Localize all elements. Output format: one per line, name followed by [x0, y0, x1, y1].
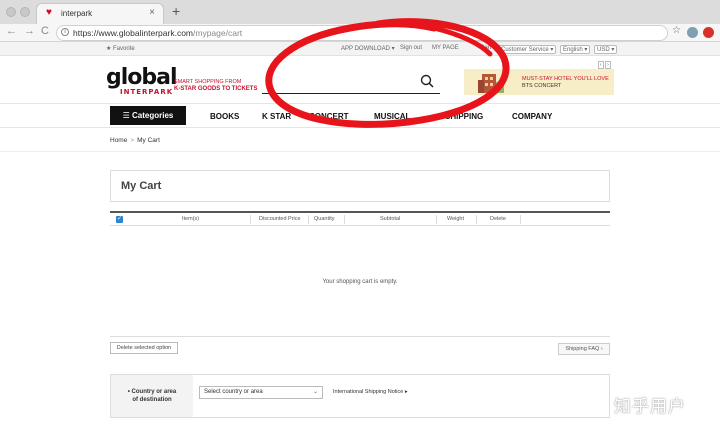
customer-service-select[interactable]: Customer Service ▾ [498, 45, 557, 54]
back-button[interactable]: ← [6, 25, 17, 37]
empty-cart-message: Your shopping cart is empty. [322, 279, 398, 285]
breadcrumb-home[interactable]: Home [110, 137, 127, 144]
column-divider [308, 215, 309, 224]
search-icon[interactable] [420, 74, 434, 88]
banner-next-button[interactable]: › [605, 61, 611, 69]
destination-label-line1: • Country or area [127, 389, 177, 395]
currency-label: USD [597, 47, 610, 53]
banner-arrows: ‹ › [598, 61, 611, 69]
column-subtotal: Subtotal [380, 216, 401, 222]
shipping-faq-button[interactable]: Shipping FAQ › [558, 343, 610, 355]
url-text: https://www.globalinterpark.com/mypage/c… [73, 28, 242, 38]
country-select-value: Select country or area [204, 389, 263, 395]
sign-out-link[interactable]: Sign out [400, 45, 422, 51]
window-minimize-dot[interactable] [20, 7, 30, 17]
cart-link[interactable]: Cart [480, 45, 491, 51]
info-icon[interactable]: i [61, 28, 69, 36]
menu-item-kstar[interactable]: K STAR [262, 112, 291, 121]
column-divider [520, 215, 521, 224]
currency-select[interactable]: USD ▾ [594, 45, 618, 54]
column-quantity: Quantity [314, 216, 335, 222]
banner-line2: BTS CONCERT [522, 83, 562, 89]
customer-service-label: Customer Service [501, 47, 549, 53]
reload-button[interactable]: C [41, 25, 49, 37]
my-page-link[interactable]: MY PAGE [432, 45, 459, 51]
column-discounted-price: Discounted Price [259, 216, 301, 222]
chevron-right-icon: › [600, 346, 603, 352]
extension-icon[interactable] [703, 27, 714, 38]
favorite-link[interactable]: ★ Favorite [106, 45, 135, 52]
column-weight: Weight [447, 216, 465, 222]
logo-sub-text: INTERPARK [120, 88, 174, 96]
country-select[interactable]: Select country or area ⌄ [199, 386, 323, 399]
breadcrumb-current: My Cart [137, 137, 160, 144]
forward-button[interactable]: → [24, 25, 35, 37]
search-input[interactable] [264, 76, 414, 92]
column-divider [344, 215, 345, 224]
column-items: Item(s) [182, 216, 200, 222]
utility-bar: ★ Favorite APP DOWNLOAD ▾ Sign out MY PA… [0, 42, 720, 56]
nav-divider [0, 127, 720, 128]
column-divider [250, 215, 251, 224]
cart-table-header: ✓ Item(s) Discounted Price Quantity Subt… [110, 211, 610, 226]
slogan-line2: K-STAR GOODS TO TICKETS [174, 86, 258, 92]
slogan-line1: SMART SHOPPING FROM [174, 79, 242, 85]
destination-label-line2: of destination [132, 397, 172, 403]
nav-divider [0, 103, 720, 104]
column-divider [476, 215, 477, 224]
destination-label-line1-text: Country or area [131, 389, 177, 395]
favorite-label: Favorite [113, 46, 135, 52]
banner-text: MUST-STAY HOTEL YOU'LL LOVE BTS CONCERT [522, 76, 609, 90]
site-logo[interactable]: global INTERPARK [106, 65, 178, 97]
browser-tabstrip: ♥ interpark × + [0, 0, 720, 24]
url-input[interactable]: i https://www.globalinterpark.com/mypage… [56, 25, 668, 41]
column-delete: Delete [490, 216, 506, 222]
hotel-building-icon [478, 74, 504, 93]
tab-close-icon[interactable]: × [149, 7, 155, 18]
url-host: https://www.globalinterpark.com [73, 28, 193, 38]
shipping-faq-label: Shipping FAQ [565, 346, 600, 352]
shipping-notice-label: International Shipping Notice [333, 389, 404, 395]
cart-title-box: My Cart [110, 170, 610, 202]
header-slogan: SMART SHOPPING FROM K-STAR GOODS TO TICK… [174, 79, 257, 93]
shipping-destination-box: • Country or area of destination Select … [110, 374, 610, 418]
tab-title: interpark [61, 9, 93, 18]
promo-banner[interactable]: MUST-STAY HOTEL YOU'LL LOVE BTS CONCERT [464, 69, 614, 95]
logo-main-text: global [106, 65, 178, 90]
browser-tab[interactable]: ♥ interpark × [36, 3, 164, 24]
content-divider [0, 151, 720, 152]
menu-item-shipping[interactable]: SHIPPING [445, 112, 483, 121]
select-all-checkbox[interactable]: ✓ [116, 216, 123, 223]
url-path: /mypage/cart [193, 28, 243, 38]
language-select[interactable]: English ▾ [560, 45, 591, 54]
breadcrumb-separator: > [130, 137, 135, 144]
categories-button[interactable]: ☰ Categories [110, 106, 186, 125]
app-download-label: APP DOWNLOAD [341, 46, 390, 52]
page-title: My Cart [121, 180, 162, 192]
breadcrumb: Home > My Cart [110, 137, 160, 144]
shipping-notice-link[interactable]: International Shipping Notice ▸ [333, 389, 408, 395]
extension-icon[interactable] [687, 27, 698, 38]
destination-label: • Country or area of destination [111, 375, 193, 417]
banner-prev-button[interactable]: ‹ [598, 61, 604, 69]
search-underline [262, 93, 440, 94]
banner-line1: MUST-STAY HOTEL YOU'LL LOVE [522, 76, 609, 82]
column-divider [436, 215, 437, 224]
address-bar: ← → C i https://www.globalinterpark.com/… [0, 24, 720, 42]
delete-selected-button[interactable]: Delete selected option [110, 342, 178, 354]
app-download-link[interactable]: APP DOWNLOAD ▾ [341, 45, 395, 52]
bookmark-star-icon[interactable]: ☆ [672, 25, 681, 36]
heart-favicon-icon: ♥ [46, 7, 52, 18]
menu-item-company[interactable]: COMPANY [512, 112, 552, 121]
menu-item-musical[interactable]: MUSICAL [374, 112, 410, 121]
table-bottom-divider [110, 336, 610, 337]
window-close-dot[interactable] [6, 7, 16, 17]
menu-item-concert[interactable]: CONCERT [309, 112, 349, 121]
new-tab-button[interactable]: + [172, 3, 180, 19]
language-label: English [563, 47, 583, 53]
chevron-down-icon: ⌄ [312, 389, 318, 395]
menu-item-books[interactable]: BOOKS [210, 112, 239, 121]
watermark-text: 知乎用户 [614, 397, 686, 417]
